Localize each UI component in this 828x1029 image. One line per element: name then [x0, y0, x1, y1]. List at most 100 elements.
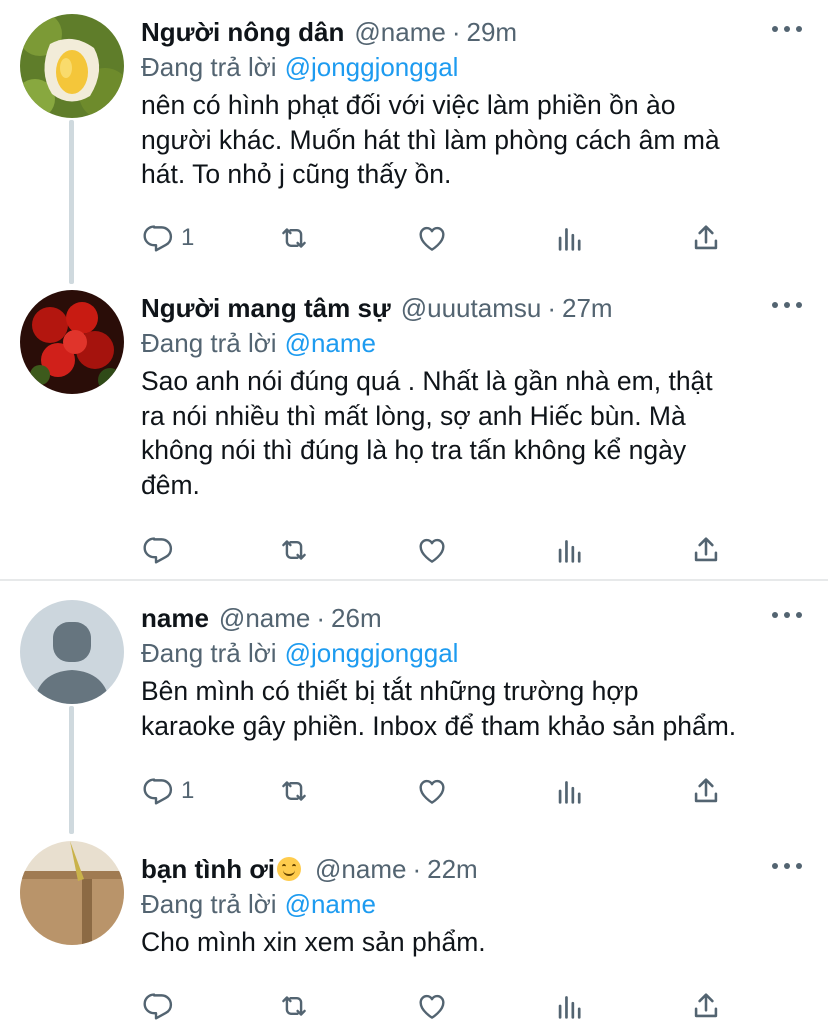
- like-button[interactable]: [415, 988, 449, 1024]
- timestamp[interactable]: 22m: [427, 849, 478, 889]
- reply-mention-link[interactable]: @name: [285, 889, 376, 919]
- display-name[interactable]: name: [141, 598, 209, 638]
- heart-icon: [419, 779, 445, 804]
- analytics-button[interactable]: [553, 532, 587, 568]
- tweet[interactable]: Người mang tâm sự @uuutamsu · 27m Đang t…: [0, 288, 828, 578]
- tweet-header: name @name · 26m: [141, 598, 382, 638]
- tweet-actions: 1: [141, 220, 741, 256]
- more-options-icon[interactable]: [772, 861, 802, 871]
- tweet-actions: 1: [141, 773, 741, 809]
- reply-icon: [143, 225, 173, 252]
- share-icon: [694, 993, 718, 1018]
- share-button[interactable]: [689, 773, 723, 809]
- avatar[interactable]: [20, 290, 124, 394]
- share-icon: [694, 778, 718, 803]
- like-button[interactable]: [415, 773, 449, 809]
- like-button[interactable]: [415, 220, 449, 256]
- replying-to: Đang trả lời @jonggjonggal: [141, 635, 458, 671]
- reply-button[interactable]: 1: [141, 220, 194, 256]
- reply-icon: [143, 537, 173, 564]
- user-handle[interactable]: @uuutamsu: [401, 288, 542, 328]
- separator-dot: ·: [451, 17, 461, 47]
- user-handle[interactable]: @name: [315, 849, 406, 889]
- more-options-icon[interactable]: [772, 610, 802, 620]
- cardboard-photo-icon: [20, 841, 124, 945]
- avatar[interactable]: [20, 841, 124, 945]
- reply-mention-link[interactable]: @name: [285, 328, 376, 358]
- reply-button[interactable]: [141, 988, 181, 1024]
- retweet-button[interactable]: [277, 773, 311, 809]
- user-handle[interactable]: @name: [354, 12, 445, 52]
- timestamp[interactable]: 26m: [331, 598, 382, 638]
- share-button[interactable]: [689, 988, 723, 1024]
- separator-dot: ·: [547, 293, 556, 323]
- tweet-text: Sao anh nói đúng quá . Nhất là gần nhà e…: [141, 366, 713, 500]
- share-icon: [694, 225, 718, 250]
- replying-label: Đang trả lời: [141, 328, 277, 358]
- reply-mention-link[interactable]: @jonggjonggal: [285, 52, 459, 82]
- replying-to: Đang trả lời @jonggjonggal: [141, 49, 458, 85]
- retweet-icon: [282, 781, 306, 801]
- replying-label: Đang trả lời: [141, 52, 277, 82]
- tweet-header: Người mang tâm sự @uuutamsu · 27m: [141, 288, 613, 328]
- reply-button[interactable]: 1: [141, 773, 194, 809]
- replying-to: Đang trả lời @name: [141, 886, 376, 922]
- replying-label: Đang trả lời: [141, 638, 277, 668]
- tweet[interactable]: bạn tình ơi @name · 22m Đang trả lời @nam…: [0, 841, 828, 1029]
- share-icon: [694, 537, 718, 562]
- analytics-button[interactable]: [553, 988, 587, 1024]
- user-handle[interactable]: @name: [219, 598, 310, 638]
- share-button[interactable]: [689, 220, 723, 256]
- retweet-icon: [282, 996, 306, 1016]
- reply-count: 1: [181, 224, 195, 251]
- replying-label: Đang trả lời: [141, 889, 277, 919]
- reply-icon: [143, 993, 173, 1020]
- heart-icon: [419, 538, 445, 563]
- retweet-button[interactable]: [277, 532, 311, 568]
- more-options-icon[interactable]: [772, 300, 802, 310]
- separator-dot: ·: [412, 854, 422, 884]
- tweet-header: bạn tình ơi @name · 22m: [141, 849, 478, 889]
- avatar[interactable]: [20, 14, 124, 118]
- display-name[interactable]: bạn tình ơi: [141, 849, 275, 889]
- avatar[interactable]: [20, 600, 124, 704]
- separator-dot: ·: [316, 603, 326, 633]
- tweet-header: Người nông dân @name · 29m: [141, 12, 517, 52]
- share-button[interactable]: [689, 532, 723, 568]
- heart-icon: [419, 226, 445, 251]
- default-user-icon: [20, 600, 124, 704]
- heart-icon: [419, 994, 445, 1019]
- analytics-button[interactable]: [553, 773, 587, 809]
- retweet-button[interactable]: [277, 988, 311, 1024]
- tweet-actions: [141, 988, 741, 1024]
- timestamp[interactable]: 27m: [562, 288, 613, 328]
- red-flower-photo-icon: [20, 290, 124, 394]
- like-button[interactable]: [415, 532, 449, 568]
- display-name[interactable]: Người mang tâm sự: [141, 288, 391, 328]
- more-options-icon[interactable]: [772, 24, 802, 34]
- analytics-icon: [558, 996, 581, 1019]
- smiling-face-emoji-icon: [277, 857, 302, 881]
- reply-icon: [143, 778, 173, 805]
- tweet[interactable]: name @name · 26m Đang trả lời @jonggjongg…: [0, 598, 828, 828]
- retweet-button[interactable]: [277, 220, 311, 256]
- tweet[interactable]: Người nông dân @name · 29m Đang trả lời @…: [0, 12, 828, 267]
- retweet-icon: [282, 540, 306, 560]
- tweet-text: Bên mình có thiết bị tắt những trường hợ…: [141, 676, 737, 741]
- analytics-icon: [558, 781, 581, 804]
- reply-count: 1: [181, 777, 195, 804]
- timestamp[interactable]: 29m: [467, 12, 518, 52]
- analytics-icon: [558, 228, 581, 251]
- replying-to: Đang trả lời @name: [141, 325, 376, 361]
- reply-mention-link[interactable]: @jonggjonggal: [285, 638, 459, 668]
- tweet-text: nên có hình phạt đối với việc làm phiền …: [141, 90, 720, 189]
- durian-photo-icon: [20, 14, 124, 118]
- display-name[interactable]: Người nông dân: [141, 12, 344, 52]
- reply-button[interactable]: [141, 532, 181, 568]
- tweet-actions: [141, 532, 741, 568]
- retweet-icon: [282, 228, 306, 248]
- thread-divider: [0, 579, 828, 581]
- analytics-icon: [558, 540, 581, 563]
- analytics-button[interactable]: [553, 220, 587, 256]
- tweet-text: Cho mình xin xem sản phẩm.: [141, 927, 486, 957]
